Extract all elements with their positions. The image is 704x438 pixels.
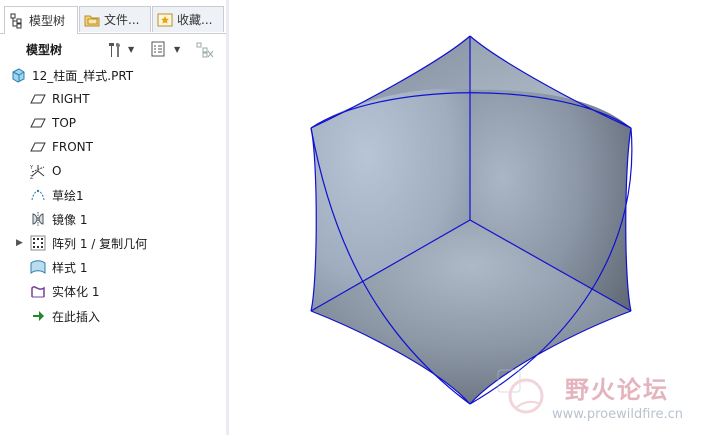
tab-model-tree[interactable]: 模型树	[4, 6, 78, 34]
model-tree-panel: 模型树 文件... 收藏... 模型树 ▼ ▼ 12_柱面_样式.PRT RIG…	[0, 0, 227, 435]
model-tree-toolbar: 模型树 ▼ ▼	[0, 36, 226, 62]
datum-plane-icon	[30, 139, 46, 155]
mirror-icon	[30, 211, 46, 227]
tab-model-tree-label: 模型树	[29, 14, 66, 28]
list-icon	[150, 41, 166, 57]
tree-item-coordinate-system[interactable]: YZ O	[29, 160, 62, 182]
tree-item-right[interactable]: RIGHT	[30, 88, 90, 110]
tree-item-mirror[interactable]: 镜像 1	[30, 208, 87, 230]
favorites-icon	[157, 12, 173, 28]
tree-item-label: O	[52, 164, 62, 178]
navigator-tabs: 模型树 文件... 收藏...	[0, 6, 226, 34]
svg-text:Y: Y	[30, 165, 34, 171]
tree-item-sketch[interactable]: 草绘1	[30, 184, 84, 206]
insert-here-arrow-icon	[30, 308, 46, 324]
filter-button[interactable]	[196, 39, 214, 59]
tree-item-label: 草绘1	[52, 188, 84, 203]
part-icon	[10, 67, 26, 83]
tab-file-browser[interactable]: 文件...	[79, 6, 151, 32]
tree-item-label: 样式 1	[52, 260, 88, 275]
tree-item-label: RIGHT	[52, 92, 90, 106]
chevron-down-icon: ▼	[128, 44, 135, 54]
tools-icon	[106, 41, 122, 57]
sketch-icon	[30, 187, 46, 203]
solidify-icon	[30, 283, 46, 299]
style-icon	[30, 259, 46, 275]
coordinate-system-icon: YZ	[29, 163, 46, 181]
tree-item-insert-here[interactable]: 在此插入	[30, 305, 100, 327]
tree-item-solidify[interactable]: 实体化 1	[30, 280, 99, 302]
tree-item-label: FRONT	[52, 140, 93, 154]
datum-plane-icon	[30, 115, 46, 131]
tree-item-label: 在此插入	[52, 309, 101, 324]
expand-arrow-icon[interactable]: ▶	[16, 238, 24, 248]
chevron-down-icon: ▼	[174, 44, 181, 54]
filter-icon	[196, 41, 214, 58]
forum-watermark: 野火论坛 www.proewildfire.cn	[492, 366, 702, 426]
tree-root-part[interactable]: 12_柱面_样式.PRT	[10, 64, 133, 86]
model-tree-title: 模型树	[26, 43, 63, 57]
tree-item-pattern[interactable]: ▶ 阵列 1 / 复制几何	[16, 232, 147, 254]
tree-item-label: 实体化 1	[52, 284, 100, 299]
tree-item-front[interactable]: FRONT	[30, 136, 93, 158]
tab-file-browser-label: 文件...	[104, 13, 140, 27]
pattern-icon	[30, 235, 46, 251]
tree-item-label: TOP	[52, 116, 77, 130]
tab-favorites[interactable]: 收藏...	[152, 6, 224, 32]
tree-item-top[interactable]: TOP	[30, 112, 76, 134]
tree-item-label: 阵列 1 / 复制几何	[52, 236, 148, 251]
tree-item-label: 镜像 1	[52, 212, 88, 227]
svg-text:Z: Z	[30, 175, 34, 179]
flame-logo-icon	[497, 369, 544, 414]
show-dropdown-button[interactable]: ▼	[150, 39, 180, 59]
datum-plane-icon	[30, 91, 46, 107]
tree-root-label: 12_柱面_样式.PRT	[32, 68, 134, 83]
watermark-url: www.proewildfire.cn	[552, 407, 683, 422]
tree-item-style[interactable]: 样式 1	[30, 256, 87, 278]
settings-dropdown-button[interactable]: ▼	[106, 39, 134, 59]
watermark-text: 野火论坛	[565, 376, 669, 404]
folder-icon	[84, 12, 100, 28]
model-tree-icon	[9, 13, 25, 29]
tab-favorites-label: 收藏...	[177, 13, 213, 27]
